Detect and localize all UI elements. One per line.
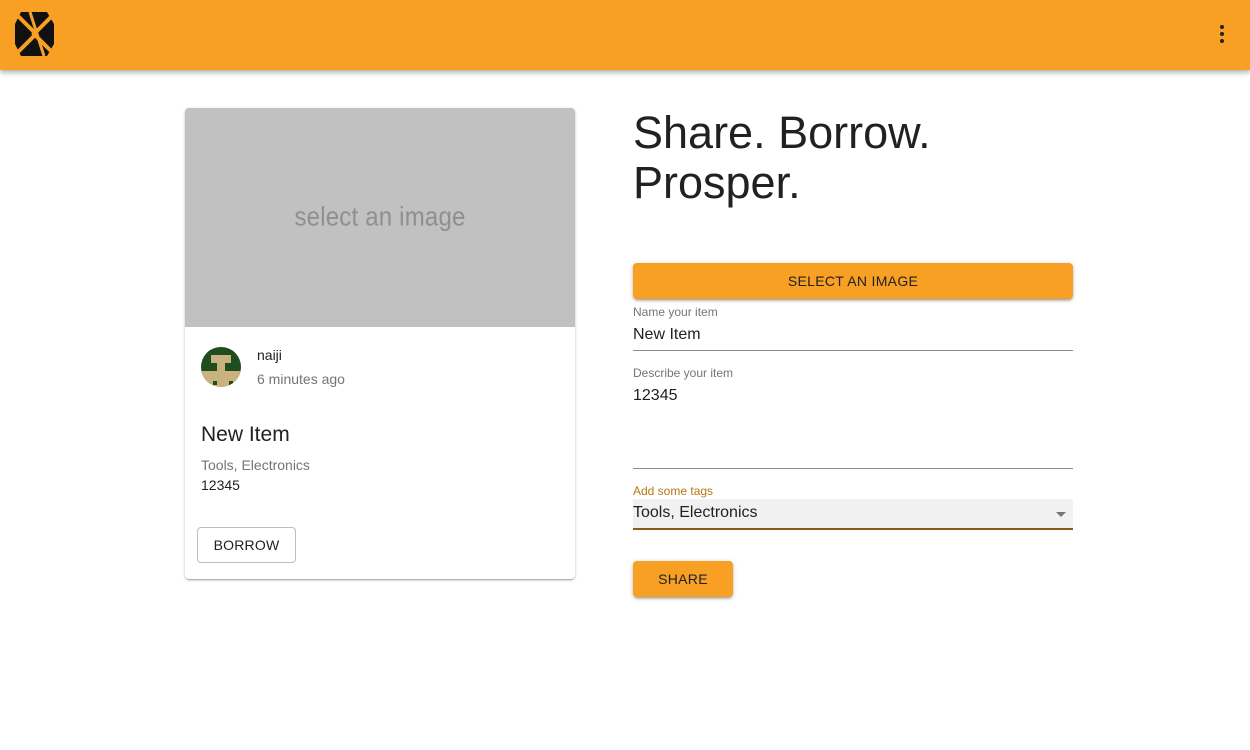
item-preview-card: select an image naiji 6 minutes ago New … (185, 108, 575, 579)
name-field-underline (633, 350, 1073, 351)
description-field-underline (633, 468, 1073, 469)
more-vert-icon[interactable] (1208, 20, 1236, 48)
page-title: Share. Borrow. Prosper. (633, 107, 931, 208)
description-field[interactable]: 12345 (633, 386, 1073, 462)
app-bar (0, 0, 1250, 70)
item-description: 12345 (201, 477, 240, 493)
item-title: New Item (201, 423, 290, 446)
owner-name: naiji (257, 347, 282, 363)
image-placeholder: select an image (185, 108, 575, 327)
select-image-button[interactable]: SELECT AN IMAGE (633, 263, 1073, 299)
description-field-label: Describe your item (633, 366, 734, 380)
tags-field-label: Add some tags (633, 484, 714, 498)
name-field-label: Name your item (633, 305, 718, 319)
name-field[interactable] (633, 325, 1073, 345)
borrow-button[interactable]: BORROW (197, 527, 296, 563)
image-placeholder-text: select an image (294, 202, 466, 232)
item-timestamp: 6 minutes ago (257, 371, 345, 387)
tags-select-value: Tools, Electronics (633, 504, 758, 521)
share-button[interactable]: SHARE (633, 561, 733, 597)
tags-select[interactable]: Tools, Electronics (633, 499, 1073, 530)
dropdown-arrow-icon (1056, 512, 1066, 517)
item-tags: Tools, Electronics (201, 457, 310, 473)
avatar[interactable] (201, 347, 241, 387)
boomtown-logo-icon[interactable] (14, 10, 56, 58)
